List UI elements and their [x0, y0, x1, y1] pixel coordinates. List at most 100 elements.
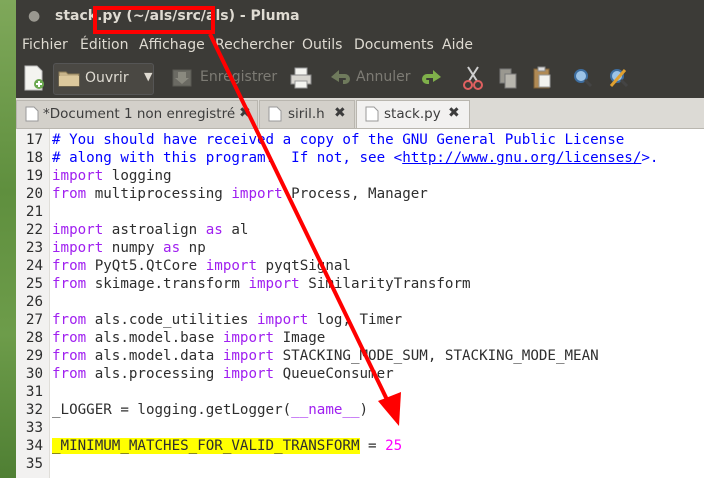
code-token: al [222, 222, 249, 238]
toolbar: Ouvrir ▼ Enregistrer Annuler [16, 58, 704, 98]
search-icon [574, 69, 593, 88]
redo-icon [422, 70, 441, 84]
menu-edition[interactable]: Édition [80, 37, 128, 53]
code-token: STACKING_MODE_SUM, STACKING_MODE_MEAN [274, 348, 599, 364]
undo-button[interactable] [328, 64, 352, 92]
code-token: np [180, 240, 206, 256]
code-line[interactable]: _MINIMUM_MATCHES_FOR_VALID_TRANSFORM = 2… [52, 438, 402, 454]
menu-documents[interactable]: Documents [354, 37, 434, 53]
code-line[interactable]: from multiprocessing import Process, Man… [52, 186, 428, 202]
paste-button[interactable] [531, 64, 553, 92]
tab-label: siril.h [288, 106, 325, 122]
code-token: import [52, 240, 104, 256]
code-line[interactable]: from als.processing import QueueConsumer [52, 366, 394, 382]
copy-button[interactable] [497, 64, 519, 92]
close-tab-icon[interactable]: ✖ [334, 105, 346, 121]
code-line[interactable]: import logging [52, 168, 172, 184]
code-token: as [163, 240, 181, 256]
code-line[interactable]: from als.model.data import STACKING_MODE… [52, 348, 599, 364]
code-token: import [222, 330, 275, 346]
code-token: als.model.data [86, 348, 223, 364]
document-icon [25, 106, 39, 122]
code-line[interactable]: import numpy as np [52, 240, 206, 256]
code-token: _MINIMUM_MATCHES_FOR_VALID_TRANSFORM [52, 438, 360, 454]
new-document-button[interactable] [22, 64, 46, 92]
code-token: import [231, 186, 283, 202]
code-line[interactable]: from PyQt5.QtCore import pyqtSignal [52, 258, 351, 274]
line-number: 19 [25, 168, 43, 184]
open-label: Ouvrir [85, 70, 129, 86]
line-number: 34 [25, 438, 43, 454]
tab-stack-py[interactable]: stack.py ✖ [356, 100, 470, 128]
code-token: import [222, 348, 275, 364]
menu-outils[interactable]: Outils [302, 37, 342, 53]
menu-aide[interactable]: Aide [442, 37, 473, 53]
replace-icon [609, 69, 629, 88]
code-token: numpy [103, 240, 164, 256]
code-token: PyQt5.QtCore [86, 258, 206, 274]
line-number: 35 [25, 456, 43, 472]
code-editor[interactable]: 17 18 19 20 21 22 23 24 25 26 27 28 29 30 31 32 33 34 35 #… [16, 129, 704, 478]
code-token: # along with this program. If not, see < [52, 150, 403, 166]
menu-bar: Fichier Édition Affichage Rechercher Out… [16, 34, 704, 58]
chevron-down-icon[interactable]: ▼ [144, 70, 152, 83]
printer-icon [290, 67, 312, 89]
document-icon [268, 106, 282, 122]
code-token: 25 [385, 438, 403, 454]
code-line[interactable]: from skimage.transform import Similarity… [52, 276, 471, 292]
line-number: 22 [25, 222, 43, 238]
code-line[interactable]: import astroalign as al [52, 222, 248, 238]
code-token: from [52, 258, 87, 274]
tab-siril-h[interactable]: siril.h ✖ [259, 100, 355, 128]
line-number: 21 [25, 204, 43, 220]
code-token: # You should have received a copy of the… [52, 132, 625, 148]
code-token: from [52, 186, 87, 202]
menu-rechercher[interactable]: Rechercher [215, 37, 294, 53]
close-icon[interactable]: ● [28, 8, 40, 24]
code-line[interactable]: # along with this program. If not, see <… [52, 150, 658, 166]
line-number: 27 [25, 312, 43, 328]
line-number: 33 [25, 420, 43, 436]
code-token: from [52, 312, 87, 328]
new-document-icon [24, 65, 44, 91]
code-token: _LOGGER = logging.getLogger( [52, 402, 292, 418]
line-number: 23 [25, 240, 43, 256]
code-token: pyqtSignal [257, 258, 351, 274]
code-token: logging [103, 168, 172, 184]
print-button[interactable] [289, 64, 313, 92]
save-label: Enregistrer [200, 69, 278, 85]
close-tab-icon[interactable]: ✖ [448, 105, 460, 121]
menu-affichage[interactable]: Affichage [139, 37, 205, 53]
line-number: 24 [25, 258, 43, 274]
code-token: SimilarityTransform [299, 276, 471, 292]
find-button[interactable] [571, 64, 595, 92]
code-token: skimage.transform [86, 276, 249, 292]
code-token: as [205, 222, 223, 238]
open-button[interactable]: Ouvrir [53, 63, 154, 95]
code-token: als.processing [86, 366, 223, 382]
code-token: import [205, 258, 258, 274]
code-line[interactable]: _LOGGER = logging.getLogger(__name__) [52, 402, 368, 418]
code-token: QueueConsumer [274, 366, 394, 382]
line-number: 28 [25, 330, 43, 346]
line-number: 31 [25, 384, 43, 400]
save-button[interactable] [171, 64, 193, 92]
code-token: from [52, 348, 87, 364]
code-token: astroalign [103, 222, 206, 238]
line-number-gutter: 17 18 19 20 21 22 23 24 25 26 27 28 29 30 31 32 33 34 35 [16, 129, 50, 478]
redo-button[interactable] [420, 64, 444, 92]
code-line[interactable]: from als.model.base import Image [52, 330, 325, 346]
code-token: import [222, 366, 275, 382]
code-token: Image [274, 330, 326, 346]
line-number: 18 [25, 150, 43, 166]
code-line[interactable]: # You should have received a copy of the… [52, 132, 624, 148]
menu-fichier[interactable]: Fichier [22, 37, 68, 53]
cut-button[interactable] [462, 64, 484, 92]
tab-document-1[interactable]: *Document 1 non enregistré ✖ [16, 100, 258, 128]
folder-icon [58, 71, 80, 87]
code-line[interactable]: from als.code_utilities import log, Time… [52, 312, 402, 328]
undo-icon [331, 70, 350, 84]
replace-button[interactable] [607, 64, 631, 92]
code-token: from [52, 276, 87, 292]
close-tab-icon[interactable]: ✖ [239, 105, 251, 121]
